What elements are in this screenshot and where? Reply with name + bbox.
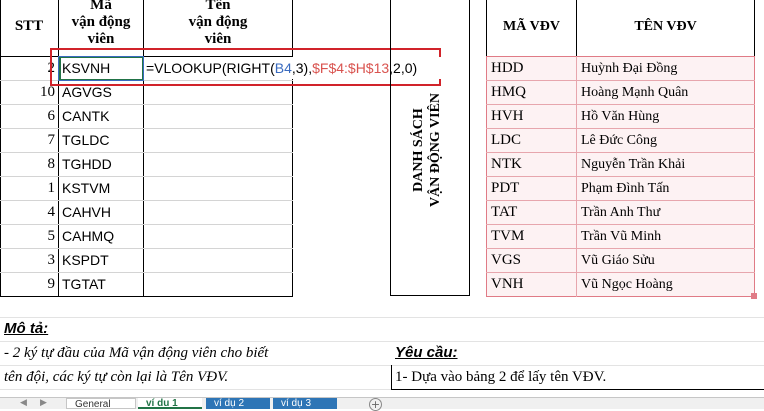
header-ten-line1: Tên — [205, 0, 231, 13]
formula-prefix: =VLOOKUP(RIGHT( — [146, 60, 275, 76]
vertical-title-line1: DANH SÁCH — [411, 108, 426, 192]
right-ma-cell[interactable]: HMQ — [487, 81, 576, 104]
right-ten-cell[interactable]: Huỳnh Đại Đồng — [577, 57, 754, 80]
right-ma-cell[interactable]: TAT — [487, 201, 576, 224]
formula-ref-b4: B4 — [274, 60, 292, 76]
yeucau-line1[interactable]: 1- Dựa vào bảng 2 để lấy tên VĐV. — [395, 366, 755, 388]
scroll-right-icon[interactable]: ▶ — [40, 398, 52, 409]
ma-cell[interactable]: CANTK — [59, 105, 143, 128]
right-ten-cell[interactable]: Lê Đức Công — [577, 129, 754, 152]
vertical-title: DANH SÁCH VẬN ĐỘNG VIÊN — [410, 32, 450, 268]
header-ten-vdv[interactable]: Tên vận động viên — [144, 0, 292, 55]
tab-vidu1[interactable]: ví dụ 1 — [138, 398, 202, 409]
right-ma-cell[interactable]: NTK — [487, 153, 576, 176]
right-ma-cell[interactable]: PDT — [487, 177, 576, 200]
scroll-left-icon[interactable]: ◀ — [20, 398, 32, 409]
stt-cell[interactable]: 5 — [0, 225, 58, 248]
ma-cell[interactable]: TGLDC — [59, 129, 143, 152]
tab-vidu2[interactable]: ví dụ 2 — [206, 398, 270, 409]
ma-cell[interactable]: TGTAT — [59, 273, 143, 296]
header-ma-line3: viên — [87, 31, 115, 47]
mota-line2[interactable]: tên đội, các ký tự còn lại là Tên VĐV. — [4, 366, 384, 388]
header-ten-line2: vận động — [188, 14, 248, 30]
stt-cell[interactable]: 8 — [0, 153, 58, 176]
header-ma-vdv[interactable]: Mã vận động viên — [59, 0, 143, 55]
header-ma-line2: vận động — [71, 14, 131, 30]
ma-cell[interactable]: KSTVM — [59, 177, 143, 200]
right-ma-cell[interactable]: LDC — [487, 129, 576, 152]
header-ma-line1: Mã — [90, 0, 112, 13]
mota-line1[interactable]: - 2 ký tự đầu của Mã vận động viên cho b… — [4, 342, 384, 364]
right-ten-cell[interactable]: Trần Vũ Minh — [577, 225, 754, 248]
yeucau-title[interactable]: Yêu cầu: — [395, 342, 595, 364]
ma-cell[interactable]: CAHMQ — [59, 225, 143, 248]
stt-cell[interactable]: 1 — [0, 177, 58, 200]
right-ten-cell[interactable]: Vũ Giáo Sửu — [577, 249, 754, 272]
stt-cell[interactable]: 6 — [0, 105, 58, 128]
mota-title[interactable]: Mô tả: — [4, 318, 204, 340]
right-ten-cell[interactable]: Hồ Văn Hùng — [577, 105, 754, 128]
right-ma-cell[interactable]: HDD — [487, 57, 576, 80]
tab-vidu3[interactable]: ví dụ 3 — [273, 398, 337, 409]
plus-circle-icon[interactable]: + — [369, 398, 382, 411]
right-ten-cell[interactable]: Hoàng Mạnh Quân — [577, 81, 754, 104]
vertical-title-line2: VẬN ĐỘNG VIÊN — [428, 92, 443, 208]
right-ten-cell[interactable]: Trần Anh Thư — [577, 201, 754, 224]
right-ma-cell[interactable]: HVH — [487, 105, 576, 128]
header-ten-line3: viên — [204, 31, 232, 47]
formula-ref-range: $F$4:$H$13 — [312, 60, 390, 76]
right-ma-cell[interactable]: VNH — [487, 273, 576, 296]
stt-cell[interactable]: 3 — [0, 249, 58, 272]
formula-mid: ,3), — [291, 60, 313, 76]
right-ten-cell[interactable]: Phạm Đình Tấn — [577, 177, 754, 200]
ma-cell[interactable]: TGHDD — [59, 153, 143, 176]
right-ten-cell[interactable]: Vũ Ngọc Hoàng — [577, 273, 754, 296]
stt-cell[interactable]: 7 — [0, 129, 58, 152]
stt-cell[interactable]: 4 — [0, 201, 58, 224]
ma-cell[interactable]: KSPDT — [59, 249, 143, 272]
right-ten-cell[interactable]: Nguyễn Trần Khải — [577, 153, 754, 176]
right-ma-cell[interactable]: VGS — [487, 249, 576, 272]
header-ten-vdv-right[interactable]: TÊN VĐV — [577, 18, 754, 38]
header-stt[interactable]: STT — [0, 18, 58, 38]
stt-cell[interactable]: 9 — [0, 273, 58, 296]
right-ma-cell[interactable]: TVM — [487, 225, 576, 248]
header-ma-vdv-right[interactable]: MÃ VĐV — [487, 18, 576, 38]
ma-cell[interactable]: CAHVH — [59, 201, 143, 224]
tab-general[interactable]: General — [66, 398, 136, 410]
